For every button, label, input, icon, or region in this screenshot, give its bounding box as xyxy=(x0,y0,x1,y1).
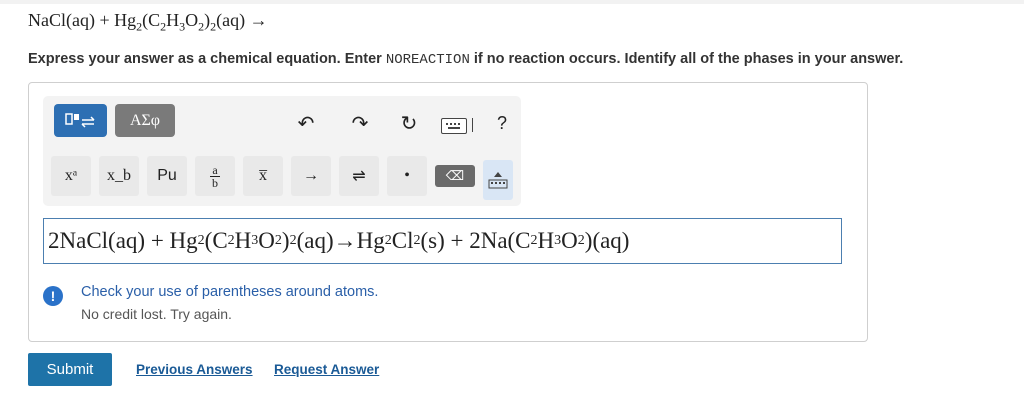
fraction-key[interactable]: a b xyxy=(195,156,235,196)
previous-answers-link[interactable]: Previous Answers xyxy=(136,362,253,377)
alert-icon: ! xyxy=(43,286,63,306)
superscript-key[interactable]: xᵃ xyxy=(51,156,91,196)
symbols-mode-button[interactable]: ΑΣφ xyxy=(115,104,175,137)
feedback-status: No credit lost. Try again. xyxy=(81,306,232,322)
toolbar-separator xyxy=(472,118,473,132)
top-divider xyxy=(0,0,1024,4)
answer-input[interactable]: 2NaCl(aq) + Hg 2 (C 2 H 3 O 2) 2 (aq)→Hg 2 Cl 2 (s) +… xyxy=(43,218,842,264)
equation-toolbar: ΑΣφ ↶ ↷ ↻ ? xᵃ x_b Pu a b x̅ → ⇌ • ⌫ xyxy=(43,96,521,206)
instruction-text: Express your answer as a chemical equati… xyxy=(28,51,904,68)
overline-key[interactable]: x̅ xyxy=(243,156,283,196)
submit-button[interactable]: Submit xyxy=(28,353,112,386)
help-button[interactable]: ? xyxy=(491,110,513,136)
redo-icon[interactable]: ↷ xyxy=(347,112,373,135)
question-prompt: NaCl(aq) + Hg2(C2H3O2)2(aq) → xyxy=(28,10,268,34)
show-keyboard-key[interactable] xyxy=(483,160,513,200)
keyboard-icon[interactable] xyxy=(441,118,467,134)
templates-icon xyxy=(64,112,95,128)
feedback-hint: Check your use of parentheses around ato… xyxy=(81,284,379,300)
answer-panel: ΑΣφ ↶ ↷ ↻ ? xᵃ x_b Pu a b x̅ → ⇌ • ⌫ 2Na… xyxy=(28,82,868,342)
arrow-key[interactable]: → xyxy=(291,156,331,196)
reset-icon[interactable]: ↻ xyxy=(396,112,422,135)
fraction-denominator: b xyxy=(212,175,218,190)
equilibrium-key[interactable]: ⇌ xyxy=(339,156,379,196)
element-key-label: Pu xyxy=(157,167,177,184)
element-key[interactable]: Pu xyxy=(147,156,187,196)
dot-key[interactable]: • xyxy=(387,156,427,196)
delete-key[interactable]: ⌫ xyxy=(435,165,475,187)
fraction-numerator: a xyxy=(212,162,218,177)
undo-icon[interactable]: ↶ xyxy=(293,112,319,135)
template-mode-button[interactable] xyxy=(54,104,107,137)
keyboard-keys-icon xyxy=(446,123,460,129)
subscript-key[interactable]: x_b xyxy=(99,156,139,196)
request-answer-link[interactable]: Request Answer xyxy=(274,362,379,377)
keyboard-toggle-icon xyxy=(488,172,508,189)
